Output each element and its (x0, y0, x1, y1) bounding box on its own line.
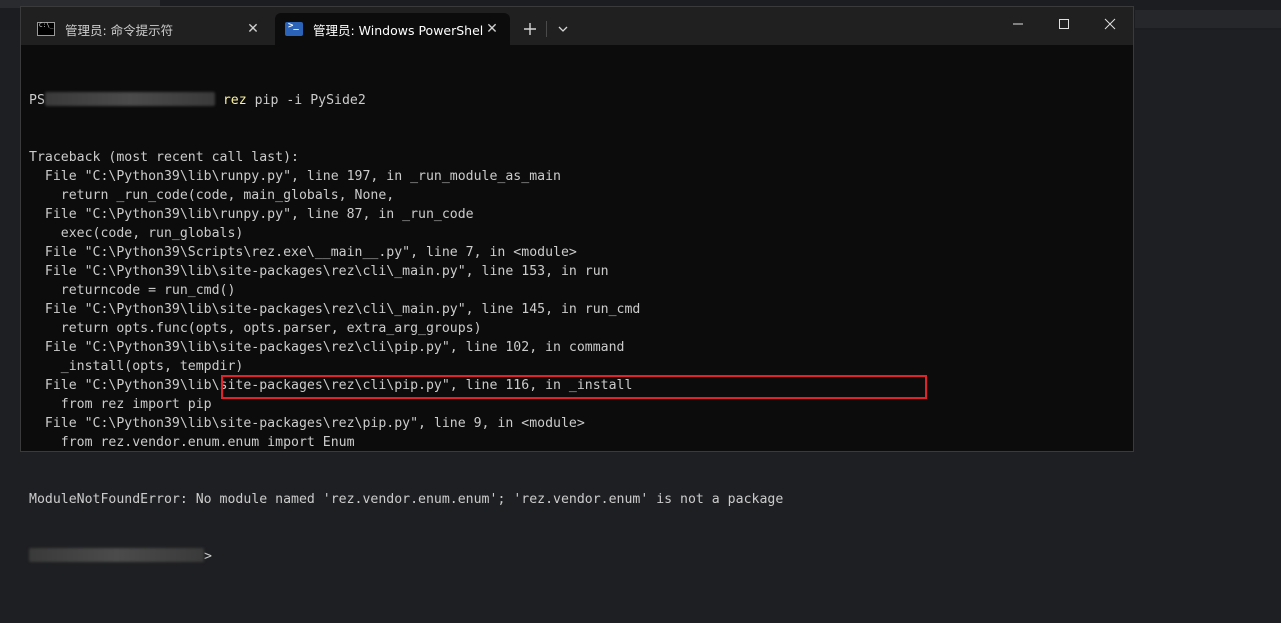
divider (546, 21, 547, 37)
final-prompt-line: > (29, 547, 1125, 566)
error-type: ModuleNotFoundError: (29, 492, 188, 507)
tab-actions (516, 13, 577, 45)
command-args: pip -i PySide2 (246, 93, 366, 108)
traceback-line: return opts.func(opts, opts.parser, extr… (29, 321, 482, 336)
traceback-line: File "C:\Python39\lib\site-packages\rez\… (29, 340, 625, 355)
traceback-line: returncode = run_cmd() (29, 283, 236, 298)
traceback-line: return _run_code(code, main_globals, Non… (29, 188, 395, 203)
maximize-button[interactable] (1041, 7, 1087, 41)
cmd-icon (37, 22, 55, 36)
error-message: No module named 'rez.vendor.enum.enum'; … (187, 492, 784, 507)
traceback-line: File "C:\Python39\lib\site-packages\rez\… (29, 416, 585, 431)
prompt-prefix: PS (29, 93, 45, 108)
prompt-line: PS rez pip -i PySide2 (29, 91, 1125, 110)
window-controls (995, 7, 1133, 41)
traceback-line: from rez.vendor.enum.enum import Enum (29, 435, 355, 450)
tab-label: 管理员: Windows PowerShell (313, 22, 484, 38)
new-tab-button[interactable] (516, 15, 544, 43)
prompt-suffix: > (204, 549, 212, 564)
chevron-down-icon (558, 26, 568, 32)
traceback-line: _install(opts, tempdir) (29, 359, 244, 374)
plus-icon (524, 23, 536, 35)
traceback-line: File "C:\Python39\Scripts\rez.exe\__main… (29, 245, 577, 260)
redacted-prompt (29, 547, 204, 562)
error-highlight-box (221, 375, 927, 399)
tab-bar: 管理员: 命令提示符 ✕ 管理员: Windows PowerShell ✕ (21, 7, 1133, 45)
redacted-path (44, 91, 215, 106)
terminal-output[interactable]: PS rez pip -i PySide2 Traceback (most re… (29, 53, 1125, 564)
powershell-icon (285, 21, 303, 36)
traceback: Traceback (most recent call last): File … (29, 148, 1125, 452)
minimize-icon (1013, 23, 1023, 25)
terminal-window: 管理员: 命令提示符 ✕ 管理员: Windows PowerShell ✕ (20, 6, 1134, 564)
close-icon[interactable]: ✕ (484, 21, 500, 37)
close-icon (1104, 18, 1116, 30)
traceback-line: File "C:\Python39\lib\runpy.py", line 87… (29, 207, 474, 222)
tab-cmd[interactable]: 管理员: 命令提示符 ✕ (27, 13, 271, 45)
traceback-line: Traceback (most recent call last): (29, 150, 299, 165)
traceback-line: File "C:\Python39\lib\site-packages\rez\… (29, 264, 609, 279)
minimize-button[interactable] (995, 7, 1041, 41)
tab-label: 管理员: 命令提示符 (65, 22, 174, 38)
tab-dropdown-button[interactable] (549, 15, 577, 43)
traceback-line: File "C:\Python39\lib\site-packages\rez\… (29, 302, 641, 317)
close-button[interactable] (1087, 7, 1133, 41)
background-panel (1135, 10, 1281, 28)
close-icon[interactable]: ✕ (245, 21, 261, 37)
command-keyword: rez (222, 93, 247, 108)
traceback-line: exec(code, run_globals) (29, 226, 244, 241)
traceback-line: File "C:\Python39\lib\runpy.py", line 19… (29, 169, 561, 184)
tab-powershell[interactable]: 管理员: Windows PowerShell ✕ (275, 13, 510, 45)
maximize-icon (1059, 19, 1069, 29)
error-line: ModuleNotFoundError: No module named 're… (29, 490, 1125, 509)
